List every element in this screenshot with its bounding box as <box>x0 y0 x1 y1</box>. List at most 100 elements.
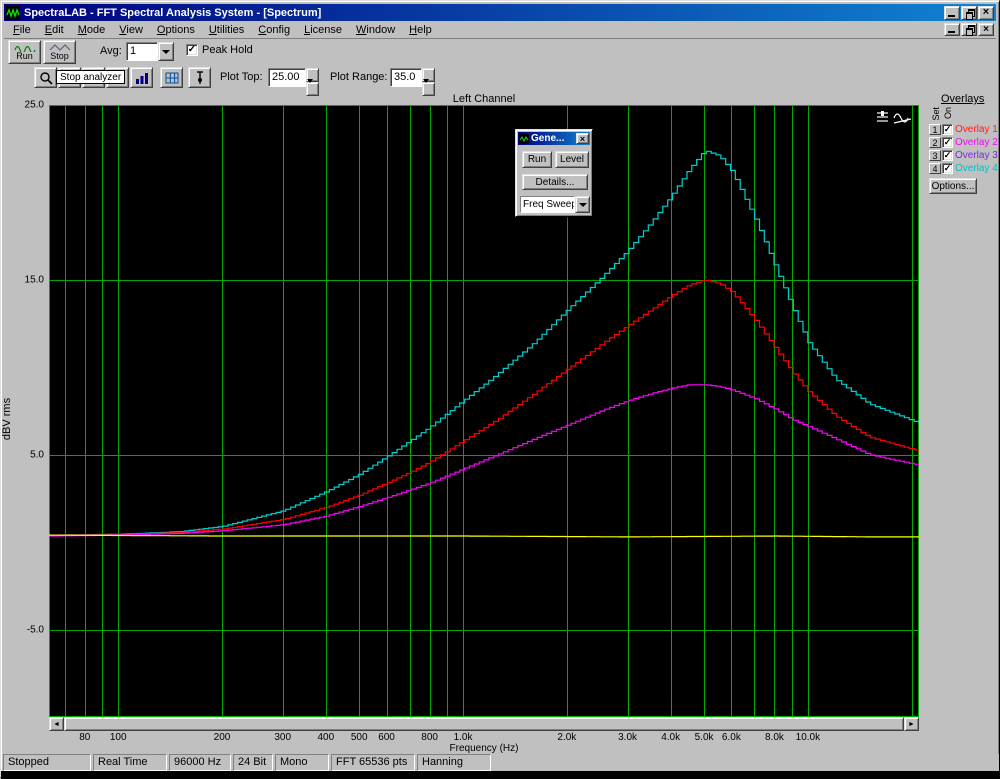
menu-utilities[interactable]: Utilities <box>202 22 251 38</box>
overlay-row-4: 4 ✓ Overlay 4 <box>929 162 998 175</box>
grid-icon <box>165 72 179 84</box>
mdi-minimize-icon <box>948 31 955 33</box>
x-tick-label: 3.0k <box>618 732 637 743</box>
overlays-col-on: On <box>943 107 953 119</box>
overlay-1-checkbox[interactable]: ✓ <box>942 124 953 135</box>
generator-title: Gene... <box>531 133 576 144</box>
mdi-minimize-button[interactable] <box>944 23 960 36</box>
overlay-3-set-button[interactable]: 3 <box>929 150 941 161</box>
x-tick-label: 8.0k <box>765 732 784 743</box>
overlay-2-checkbox[interactable]: ✓ <box>942 137 953 148</box>
stop-button[interactable]: Stop <box>43 40 76 64</box>
x-tick-label: 2.0k <box>557 732 576 743</box>
status-bit-depth: 24 Bit <box>233 754 273 771</box>
x-tick-label: 4.0k <box>661 732 680 743</box>
plot-top-label: Plot Top: <box>220 71 263 83</box>
scroll-right-icon: ► <box>908 721 915 728</box>
plot-range-value[interactable]: 35.0 <box>390 68 422 87</box>
main-toolbar: Run Stop Avg: 1 ✓ Peak Hold <box>4 39 996 65</box>
mdi-close-button[interactable]: × <box>978 23 994 36</box>
overlays-col-set: Set <box>931 107 941 121</box>
generator-signal-dropdown-button[interactable] <box>575 196 590 213</box>
overlays-options-button[interactable]: Options... <box>929 178 977 194</box>
plot-top-value[interactable]: 25.00 <box>268 68 306 87</box>
menu-help[interactable]: Help <box>402 22 439 38</box>
app-icon <box>6 6 20 20</box>
sweep-indicator-icon <box>893 109 913 127</box>
y-axis-ticks: 25.015.05.0-5.0 <box>1 105 47 717</box>
avg-label: Avg: <box>100 45 122 57</box>
y-tick-label: 25.0 <box>25 100 44 111</box>
generator-details-button[interactable]: Details... <box>522 174 588 190</box>
generator-run-button[interactable]: Run <box>522 151 552 168</box>
x-tick-label: 1.0k <box>454 732 473 743</box>
menu-license[interactable]: License <box>297 22 349 38</box>
status-mode: Real Time <box>93 754 167 771</box>
zoom-button[interactable] <box>34 67 57 88</box>
chevron-down-icon <box>162 50 170 54</box>
y-tick-label: -5.0 <box>27 624 44 635</box>
stop-button-label: Stop <box>50 52 69 62</box>
mdi-restore-button[interactable] <box>961 23 977 36</box>
overlay-1-set-button[interactable]: 1 <box>929 124 941 135</box>
avg-dropdown-button[interactable] <box>158 42 174 61</box>
peak-hold-control[interactable]: ✓ Peak Hold <box>186 44 253 56</box>
y-tick-label: 15.0 <box>25 274 44 285</box>
status-window-function: Hanning <box>417 754 491 771</box>
plot-title: Left Channel <box>49 93 919 105</box>
menu-config[interactable]: Config <box>251 22 297 38</box>
marker-button[interactable] <box>188 67 211 88</box>
overlay-1-label: Overlay 1 <box>955 124 998 135</box>
peak-hold-label: Peak Hold <box>202 44 253 56</box>
overlay-2-set-button[interactable]: 2 <box>929 137 941 148</box>
menu-options[interactable]: Options <box>150 22 202 38</box>
overlays-header[interactable]: Overlays <box>941 93 999 105</box>
scroll-left-button[interactable]: ◄ <box>49 717 64 731</box>
close-button[interactable]: × <box>978 6 994 20</box>
minimize-button[interactable] <box>944 6 960 20</box>
peak-hold-checkbox[interactable]: ✓ <box>186 44 198 56</box>
x-tick-label: 300 <box>274 732 291 743</box>
generator-signal-value: Freq Sweep <box>520 196 575 213</box>
restore-button[interactable] <box>961 6 977 20</box>
avg-combobox[interactable]: 1 <box>126 42 174 61</box>
bars-icon <box>135 72 149 84</box>
status-bar: Stopped Real Time 96000 Hz 24 Bit Mono F… <box>3 754 999 771</box>
plot-top-spinner[interactable]: 25.00 <box>268 68 319 87</box>
generator-close-button[interactable]: × <box>576 133 589 144</box>
chevron-down-icon <box>579 203 587 207</box>
run-button-label: Run <box>16 52 33 62</box>
mdi-close-icon: × <box>983 25 989 35</box>
x-tick-label: 200 <box>214 732 231 743</box>
generator-signal-combobox[interactable]: Freq Sweep <box>520 196 590 213</box>
menu-view[interactable]: View <box>112 22 150 38</box>
overlay-4-set-button[interactable]: 4 <box>929 163 941 174</box>
avg-value: 1 <box>126 42 158 61</box>
overlay-4-checkbox[interactable]: ✓ <box>942 163 953 174</box>
menu-mode[interactable]: Mode <box>71 22 113 38</box>
plot-range-spinner[interactable]: 35.0 <box>390 68 435 87</box>
overlay-row-1: 1 ✓ Overlay 1 <box>929 123 998 136</box>
bar-display-button[interactable] <box>130 67 153 88</box>
overlay-3-checkbox[interactable]: ✓ <box>942 150 953 161</box>
menu-window[interactable]: Window <box>349 22 402 38</box>
y-tick-label: 5.0 <box>30 449 44 460</box>
generator-level-button[interactable]: Level <box>555 151 589 168</box>
run-button[interactable]: Run <box>8 40 41 64</box>
check-icon: ✓ <box>188 45 196 55</box>
scroll-right-button[interactable]: ► <box>904 717 919 731</box>
plot-hscrollbar[interactable]: ◄ ► <box>49 717 919 731</box>
menu-file[interactable]: File <box>6 22 38 38</box>
restore-icon <box>966 9 973 17</box>
overlay-row-3: 3 ✓ Overlay 3 <box>929 149 998 162</box>
x-tick-label: 10.0k <box>796 732 820 743</box>
menu-edit[interactable]: Edit <box>38 22 71 38</box>
x-axis-label: Frequency (Hz) <box>49 743 919 754</box>
check-icon: ✓ <box>944 151 952 160</box>
x-tick-label: 800 <box>421 732 438 743</box>
grid-toggle-button[interactable] <box>160 67 183 88</box>
scroll-thumb[interactable] <box>64 717 904 731</box>
marker-icon <box>195 71 205 85</box>
spectrum-plot[interactable] <box>49 105 919 717</box>
x-tick-label: 80 <box>79 732 90 743</box>
